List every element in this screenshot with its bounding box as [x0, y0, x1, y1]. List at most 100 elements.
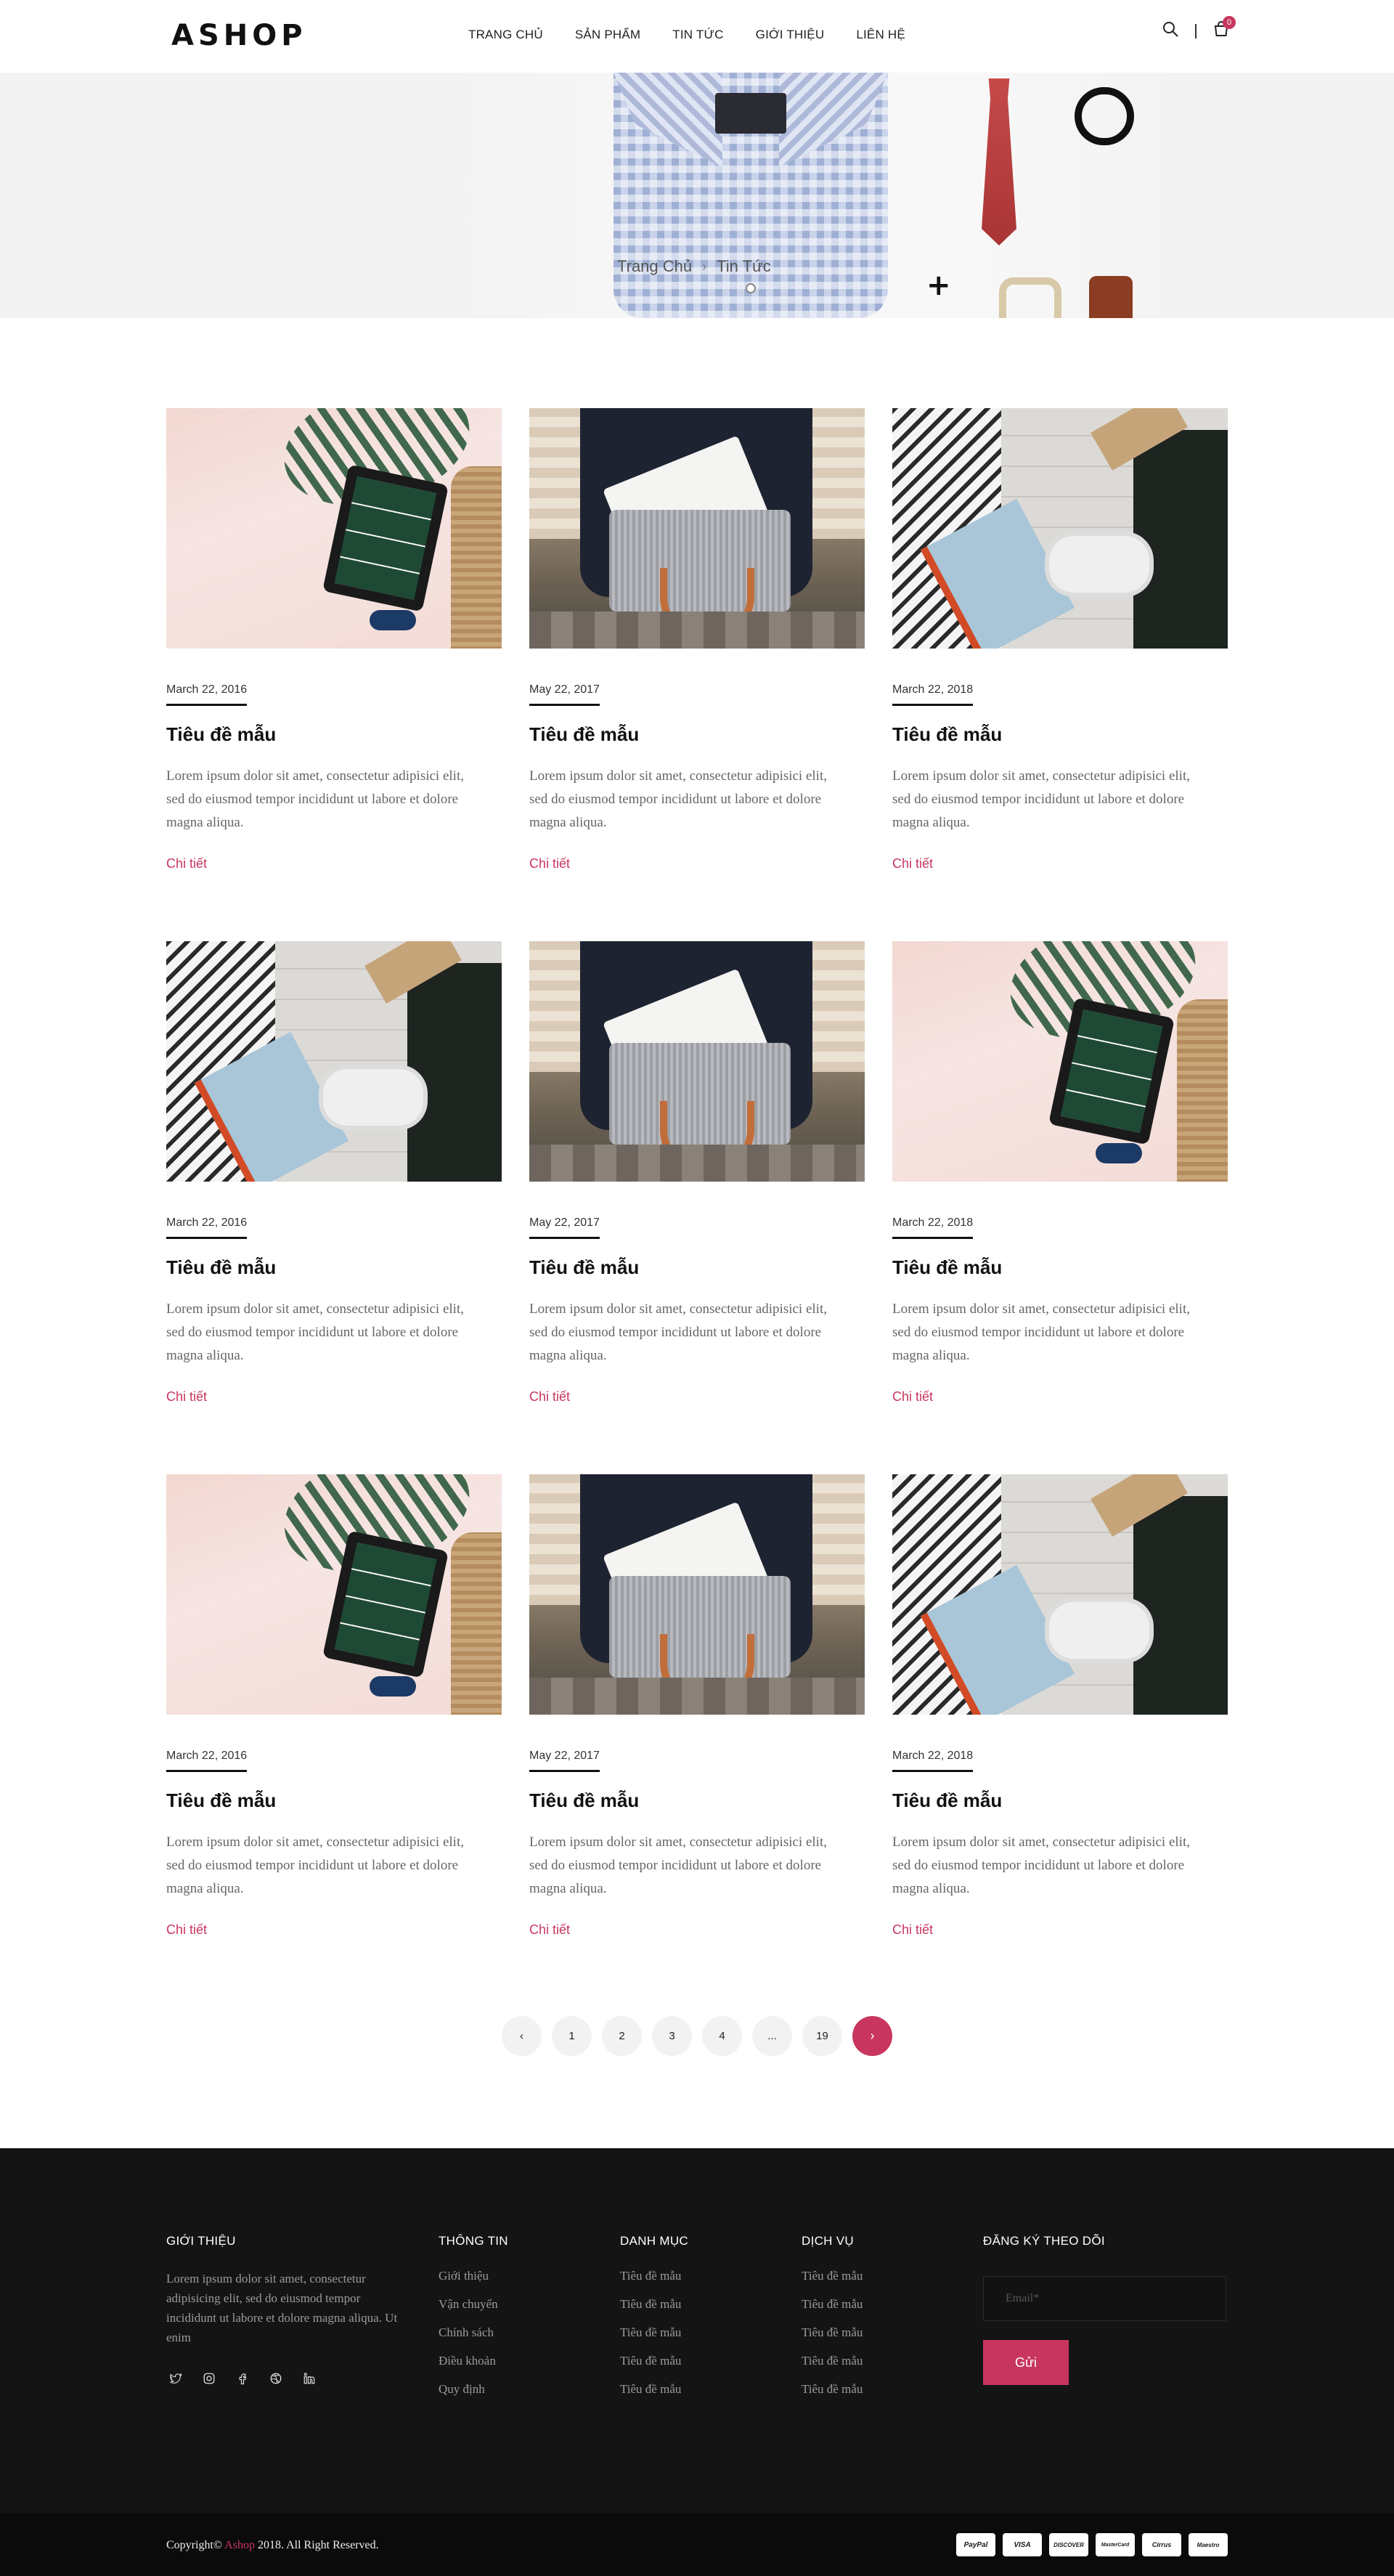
page-button[interactable]: 1: [552, 2016, 592, 2056]
read-more-link[interactable]: Chi tiết: [529, 1389, 570, 1405]
copyright-brand[interactable]: Ashop: [224, 2539, 255, 2551]
footer-about-text: Lorem ipsum dolor sit amet, consectetur …: [166, 2272, 398, 2344]
footer-info-link[interactable]: Giới thiệu: [439, 2269, 508, 2283]
payment-methods: PayPal VISA DISCOVER MasterCard Cirrus M…: [956, 2533, 1228, 2556]
footer-info-link[interactable]: Điều khoản: [439, 2354, 508, 2368]
shopping-bag-icon[interactable]: 0: [1212, 16, 1236, 41]
blog-date: March 22, 2016: [166, 1750, 248, 1772]
footer-about: GIỚI THIỆU Lorem ipsum dolor sit amet, c…: [166, 2234, 413, 2389]
footer-service-link[interactable]: Tiêu đề mẫu: [802, 2354, 863, 2368]
blog-image[interactable]: [166, 408, 502, 649]
site-header: ASHOP TRANG CHỦ SẢN PHẨM TIN TỨC GIỚI TH…: [0, 0, 1394, 73]
breadcrumb: Trang Chủ › Tin Tức: [617, 257, 771, 276]
instagram-icon[interactable]: [200, 2372, 219, 2389]
copyright-text: Copyright© Ashop 2018. All Right Reserve…: [166, 2539, 379, 2552]
prev-page-button[interactable]: ‹: [502, 2016, 542, 2056]
subscribe-button[interactable]: Gửi: [983, 2340, 1069, 2385]
blog-card: May 22, 2017 Tiêu đề mẫu Lorem ipsum dolor…: [529, 1474, 865, 2007]
logo[interactable]: ASHOP: [171, 19, 307, 52]
read-more-link[interactable]: Chi tiết: [529, 1922, 570, 1938]
blog-title[interactable]: Tiêu đề mẫu: [892, 723, 1228, 746]
banner-buckle-image: [999, 277, 1061, 318]
blog-image[interactable]: [529, 1474, 865, 1715]
blog-image[interactable]: [892, 941, 1228, 1182]
footer-category-link[interactable]: Tiêu đề mẫu: [620, 2325, 688, 2340]
read-more-link[interactable]: Chi tiết: [892, 856, 933, 871]
nav-contact[interactable]: LIÊN HỆ: [856, 28, 905, 42]
read-more-link[interactable]: Chi tiết: [166, 856, 207, 871]
page-button[interactable]: 19: [802, 2016, 842, 2056]
email-input[interactable]: Email*: [983, 2276, 1226, 2321]
banner-belt-image: [1089, 276, 1133, 318]
nav-home[interactable]: TRANG CHỦ: [468, 28, 543, 42]
dribbble-icon[interactable]: [266, 2372, 285, 2389]
breadcrumb-current: Tin Tức: [717, 257, 771, 275]
blog-card: March 22, 2016 Tiêu đề mẫu Lorem ipsum dol…: [166, 408, 502, 941]
page-button[interactable]: 3: [652, 2016, 692, 2056]
footer-info-title: THÔNG TIN: [439, 2234, 508, 2248]
blog-excerpt: Lorem ipsum dolor sit amet, consectetur …: [892, 1835, 1190, 1896]
blog-title[interactable]: Tiêu đề mẫu: [166, 1256, 502, 1279]
blog-image[interactable]: [529, 408, 865, 649]
blog-image[interactable]: [892, 1474, 1228, 1715]
read-more-link[interactable]: Chi tiết: [166, 1922, 207, 1938]
footer-service-link[interactable]: Tiêu đề mẫu: [802, 2269, 863, 2283]
blog-title[interactable]: Tiêu đề mẫu: [529, 1789, 865, 1812]
blog-title[interactable]: Tiêu đề mẫu: [529, 1256, 865, 1279]
footer-service-link[interactable]: Tiêu đề mẫu: [802, 2297, 863, 2312]
footer-category-link[interactable]: Tiêu đề mẫu: [620, 2297, 688, 2312]
footer-info-link[interactable]: Chính sách: [439, 2325, 508, 2340]
nav-about[interactable]: GIỚI THIỆU: [756, 28, 825, 42]
read-more-link[interactable]: Chi tiết: [529, 856, 570, 871]
read-more-link[interactable]: Chi tiết: [166, 1389, 207, 1405]
blog-title[interactable]: Tiêu đề mẫu: [892, 1256, 1228, 1279]
footer-category: DANH MỤC Tiêu đề mẫu Tiêu đề mẫu Tiêu đề…: [620, 2234, 688, 2410]
social-links: [166, 2372, 413, 2389]
blog-card: March 22, 2018 Tiêu đề mẫu Lorem ipsum dol…: [892, 408, 1228, 941]
footer-service-link[interactable]: Tiêu đề mẫu: [802, 2325, 863, 2340]
banner-glasses-image: [1075, 87, 1134, 145]
footer-info-link[interactable]: Vận chuyển: [439, 2297, 508, 2312]
blog-excerpt: Lorem ipsum dolor sit amet, consectetur …: [166, 1835, 464, 1896]
divider: [1195, 23, 1197, 38]
footer-service-link[interactable]: Tiêu đề mẫu: [802, 2382, 863, 2397]
footer-info-link[interactable]: Quy định: [439, 2382, 508, 2397]
next-page-button[interactable]: ›: [852, 2016, 892, 2056]
read-more-link[interactable]: Chi tiết: [892, 1389, 933, 1405]
nav-products[interactable]: SẢN PHẨM: [575, 28, 640, 42]
blog-date: March 22, 2018: [892, 1216, 974, 1239]
read-more-link[interactable]: Chi tiết: [892, 1922, 933, 1938]
blog-card: May 22, 2017 Tiêu đề mẫu Lorem ipsum dolor…: [529, 941, 865, 1474]
blog-title[interactable]: Tiêu đề mẫu: [166, 1789, 502, 1812]
blog-card: March 22, 2016 Tiêu đề mẫu Lorem ipsum dol…: [166, 1474, 502, 2007]
linkedin-icon[interactable]: [300, 2372, 319, 2389]
blog-date: March 22, 2018: [892, 1750, 974, 1772]
footer-category-link[interactable]: Tiêu đề mẫu: [620, 2354, 688, 2368]
nav-news[interactable]: TIN TỨC: [672, 28, 723, 42]
breadcrumb-home[interactable]: Trang Chủ: [617, 257, 692, 276]
page-button[interactable]: 2: [602, 2016, 642, 2056]
blog-image[interactable]: [892, 408, 1228, 649]
page-button[interactable]: 4: [702, 2016, 742, 2056]
footer-category-link[interactable]: Tiêu đề mẫu: [620, 2269, 688, 2283]
page-button[interactable]: ...: [752, 2016, 792, 2056]
footer-category-link[interactable]: Tiêu đề mẫu: [620, 2382, 688, 2397]
blog-image[interactable]: [529, 941, 865, 1182]
page-banner: + Trang Chủ › Tin Tức: [0, 73, 1394, 318]
blog-excerpt: Lorem ipsum dolor sit amet, consectetur …: [529, 768, 827, 830]
twitter-icon[interactable]: [166, 2372, 185, 2389]
header-actions: 0: [1162, 16, 1236, 41]
blog-title[interactable]: Tiêu đề mẫu: [166, 723, 502, 746]
chevron-right-icon: ›: [702, 259, 707, 274]
facebook-icon[interactable]: [233, 2372, 252, 2389]
blog-image[interactable]: [166, 1474, 502, 1715]
main-nav: TRANG CHỦ SẢN PHẨM TIN TỨC GIỚI THIỆU LI…: [468, 28, 937, 42]
blog-excerpt: Lorem ipsum dolor sit amet, consectetur …: [529, 1301, 827, 1363]
search-icon[interactable]: [1162, 20, 1179, 41]
blog-title[interactable]: Tiêu đề mẫu: [529, 723, 865, 746]
footer-service: DỊCH VỤ Tiêu đề mẫu Tiêu đề mẫu Tiêu đề …: [802, 2234, 863, 2410]
blog-card: March 22, 2018 Tiêu đề mẫu Lorem ipsum dol…: [892, 1474, 1228, 2007]
blog-date: May 22, 2017: [529, 683, 600, 706]
blog-title[interactable]: Tiêu đề mẫu: [892, 1789, 1228, 1812]
blog-image[interactable]: [166, 941, 502, 1182]
